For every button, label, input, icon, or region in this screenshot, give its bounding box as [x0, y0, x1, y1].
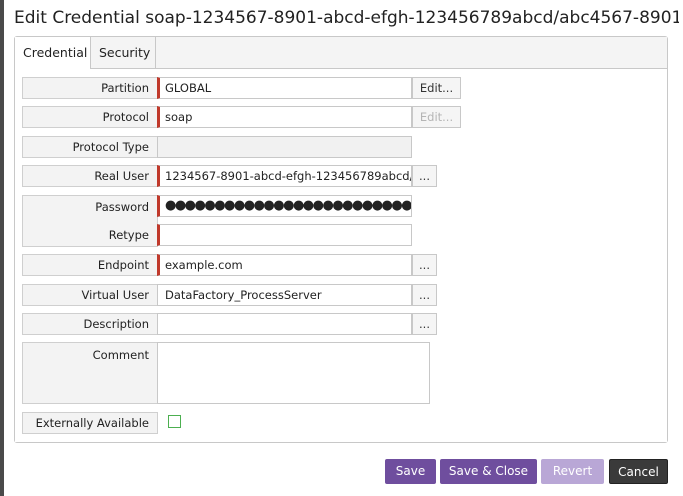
virtual-user-label: Virtual User	[22, 284, 158, 306]
credential-panel: Credential Security Partition GLOBAL Edi…	[14, 36, 668, 443]
save-button[interactable]: Save	[385, 459, 436, 484]
protocol-type-label: Protocol Type	[22, 136, 158, 158]
description-field[interactable]	[157, 313, 412, 335]
password-field[interactable]: ●●●●●●●●●●●●●●●●●●●●●●●●●●●●●●●●●●●●●●●●…	[157, 195, 412, 217]
virtual-user-browse-button[interactable]: ...	[412, 284, 437, 306]
tab-bar: Credential Security	[15, 37, 667, 69]
comment-label: Comment	[22, 342, 158, 404]
description-label: Description	[22, 313, 158, 335]
tab-security[interactable]: Security	[91, 37, 156, 68]
revert-button: Revert	[541, 459, 604, 484]
endpoint-browse-button[interactable]: ...	[412, 254, 437, 276]
tab-credential[interactable]: Credential	[15, 37, 91, 69]
externally-available-checkbox[interactable]	[168, 415, 181, 428]
endpoint-label: Endpoint	[22, 254, 158, 276]
retype-field[interactable]	[157, 224, 412, 246]
comment-textarea[interactable]	[157, 342, 430, 404]
description-browse-button[interactable]: ...	[412, 313, 437, 335]
real-user-browse-button[interactable]: ...	[412, 165, 437, 187]
credential-form: Partition GLOBAL Edit... Protocol soap E…	[15, 69, 667, 442]
real-user-label: Real User	[22, 165, 158, 187]
protocol-type-field	[157, 136, 412, 158]
partition-edit-button[interactable]: Edit...	[412, 77, 461, 99]
endpoint-field[interactable]: example.com	[157, 254, 412, 276]
retype-label: Retype	[108, 228, 149, 242]
virtual-user-field[interactable]: DataFactory_ProcessServer	[157, 284, 412, 306]
partition-field[interactable]: GLOBAL	[157, 77, 412, 99]
partition-label: Partition	[22, 77, 158, 99]
externally-available-label: Externally Available	[22, 412, 158, 434]
cancel-button[interactable]: Cancel	[609, 459, 668, 484]
dialog-title: Edit Credential soap-1234567-8901-abcd-e…	[14, 8, 679, 28]
protocol-label: Protocol	[22, 106, 158, 128]
password-retype-label-group: Password Retype	[22, 195, 158, 247]
password-label: Password	[95, 200, 149, 214]
protocol-edit-button: Edit...	[412, 106, 461, 128]
real-user-field[interactable]: 1234567-8901-abcd-efgh-123456789abcd/abc	[157, 165, 412, 187]
window-edge	[0, 0, 4, 496]
save-and-close-button[interactable]: Save & Close	[440, 459, 537, 484]
protocol-field[interactable]: soap	[157, 106, 412, 128]
